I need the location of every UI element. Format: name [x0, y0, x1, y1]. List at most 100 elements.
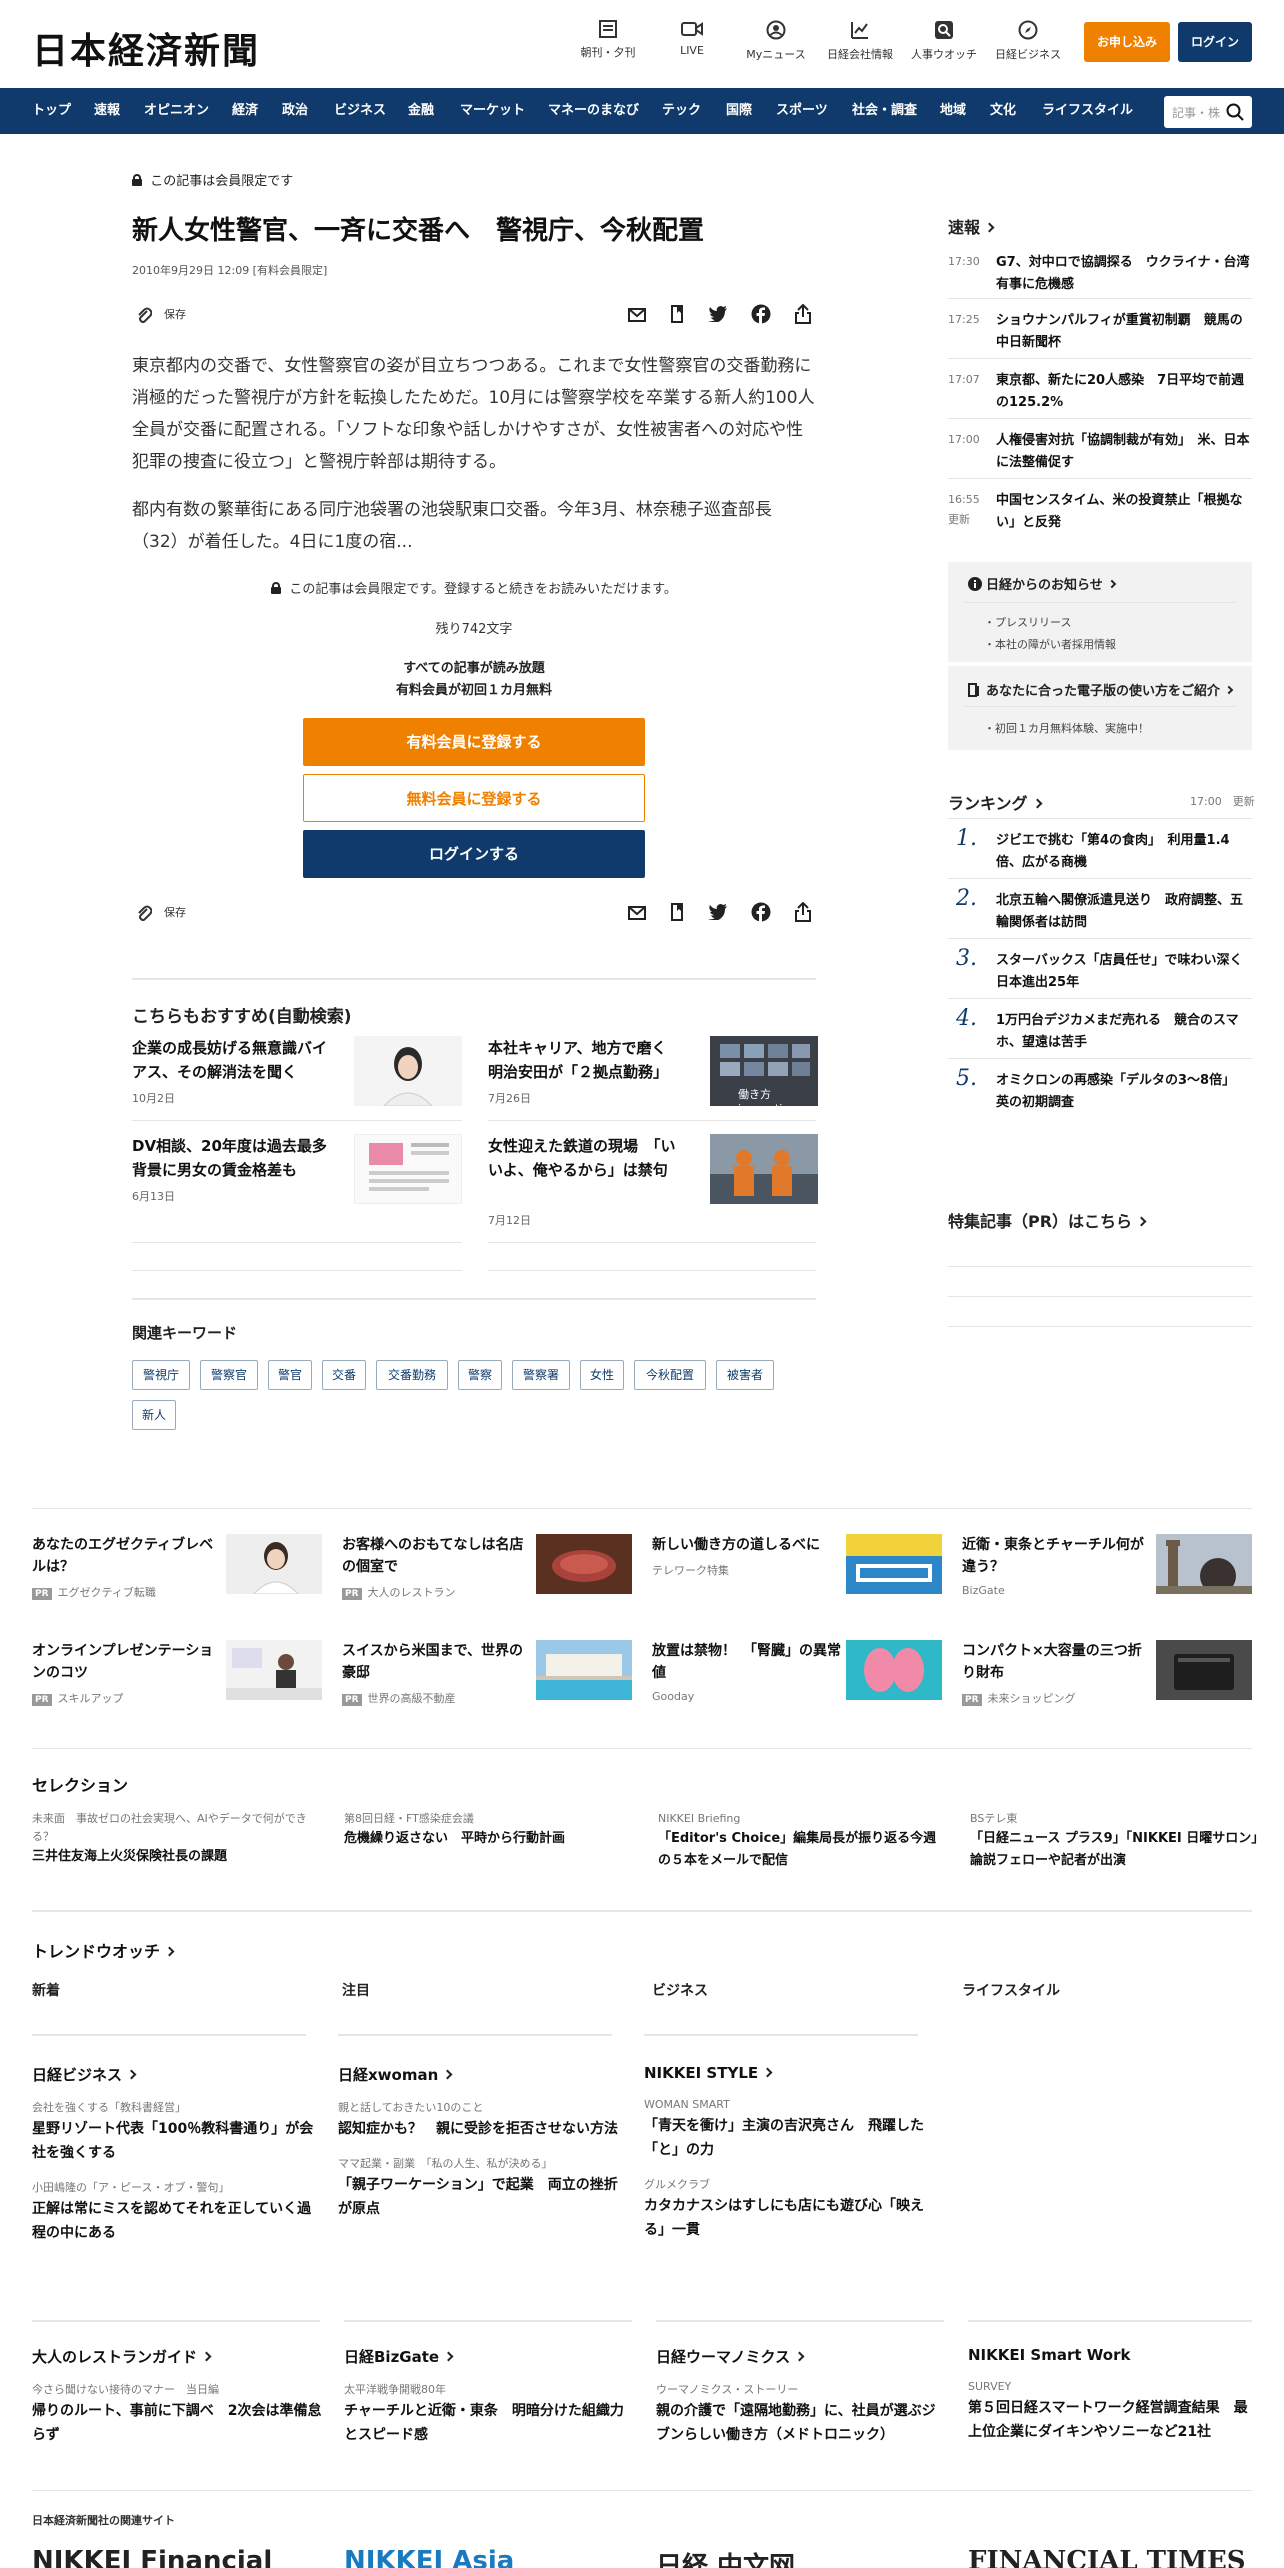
media-headline[interactable]: 帰りのルート、事前に下調べ 2次会は準備怠らず	[32, 2399, 322, 2447]
header-link-live[interactable]: LIVE	[652, 20, 732, 57]
media-head[interactable]: NIKKEI STYLE	[644, 2064, 934, 2082]
ebook-title[interactable]: あなたに合った電子版の使い方をご紹介	[968, 680, 1234, 699]
login-button[interactable]: ログイン	[1178, 22, 1252, 62]
nav-item-sokuho[interactable]: 速報	[94, 88, 120, 134]
save-button[interactable]: 保存	[136, 904, 186, 922]
logo-nikkei-financial[interactable]: NIKKEI Financial	[32, 2546, 272, 2568]
ranking-item[interactable]: 3. スターバックス「店員任せ」で味わい深く 日本進出25年	[948, 946, 1256, 1002]
ad-item[interactable]: 新しい働き方の道しるべに テレワーク特集	[652, 1534, 942, 1604]
selection-item[interactable]: 第8回日経・FT感染症会議 危機繰り返さない 平時から行動計画	[344, 1810, 634, 1850]
media-head[interactable]: 日経ビジネス	[32, 2064, 322, 2085]
ad-item[interactable]: お客様へのおもてなしは名店の個室で PR 大人のレストラン	[342, 1534, 632, 1604]
mail-icon[interactable]	[627, 905, 646, 924]
header-link-jinji[interactable]: 人事ウオッチ	[904, 20, 984, 62]
nav-item-top[interactable]: トップ	[32, 88, 71, 134]
media-headline[interactable]: チャーチルと近衛・東条 明暗分けた組織力とスピード感	[344, 2399, 634, 2447]
nav-item-sports[interactable]: スポーツ	[776, 88, 828, 134]
header-link-paper[interactable]: 朝刊・夕刊	[568, 20, 648, 60]
selection-item[interactable]: 未来面 事故ゼロの社会実現へ、AIやデータで何ができる？ 三井住友海上火災保険社…	[32, 1810, 322, 1868]
facebook-icon[interactable]	[751, 902, 771, 926]
keyword-tag[interactable]: 被害者	[716, 1360, 774, 1390]
ad-item[interactable]: オンラインプレゼンテーションのコツ PR スキルアップ	[32, 1640, 322, 1710]
selection-item[interactable]: NIKKEI Briefing 「Editor's Choice」編集局長が振り…	[658, 1810, 948, 1872]
mail-icon[interactable]	[627, 307, 646, 326]
keyword-tag[interactable]: 警察署	[512, 1360, 570, 1390]
keyword-tag[interactable]: 今秋配置	[634, 1360, 706, 1390]
logo-nikkei-asia[interactable]: NIKKEI Asia	[344, 2546, 514, 2568]
register-free-button[interactable]: 無料会員に登録する	[303, 774, 645, 822]
keyword-tag[interactable]: 警官	[268, 1360, 312, 1390]
keyword-tag[interactable]: 新人	[132, 1400, 176, 1430]
keyword-tag[interactable]: 警察官	[200, 1360, 258, 1390]
save-button[interactable]: 保存	[136, 306, 186, 324]
apply-button[interactable]: お申し込み	[1084, 22, 1170, 62]
sokuho-item[interactable]: 17:00 人権侵害対抗「協調制裁が有効」 米、日本に法整備促す	[948, 430, 1252, 480]
header-link-company[interactable]: 日経会社情報	[820, 20, 900, 62]
media-head[interactable]: 日経BizGate	[344, 2346, 634, 2367]
nav-item-society[interactable]: 社会・調査	[852, 88, 917, 134]
media-head[interactable]: 日経ウーマノミクス	[656, 2346, 946, 2367]
ranking-item[interactable]: 2. 北京五輪へ閣僚派遣見送り 政府調整、五輪関係者は訪問	[948, 886, 1252, 942]
header-link-mynews[interactable]: Myニュース	[736, 20, 816, 62]
nav-item-market[interactable]: マーケット	[460, 88, 525, 134]
ranking-item[interactable]: 5. オミクロンの再感染「デルタの3～8倍」 英の初期調査	[948, 1066, 1252, 1122]
share-icon[interactable]	[794, 303, 812, 328]
bookmark-icon[interactable]	[669, 305, 685, 327]
ad-item[interactable]: 放置は禁物！ 「腎臓」の異常値 Gooday	[652, 1640, 942, 1710]
keyword-tag[interactable]: 交番	[322, 1360, 366, 1390]
pr-title[interactable]: 特集記事（PR）はこちら	[948, 1208, 1147, 1232]
nav-item-opinion[interactable]: オピニオン	[144, 88, 209, 134]
ad-item[interactable]: あなたのエグゼクティブレベルは？ PR エグゼクティブ転職	[32, 1534, 322, 1604]
media-headline[interactable]: 正解は常にミスを認めてそれを正していく過程の中にある	[32, 2197, 322, 2245]
recommend-item[interactable]: 女性迎えた鉄道の現場 「いいよ、俺やるから」は禁句 7月12日	[488, 1134, 818, 1234]
ebook-item[interactable]: ・初回１カ月無料体験、実施中！	[984, 720, 1149, 736]
facebook-icon[interactable]	[751, 304, 771, 328]
media-headline[interactable]: 星野リゾート代表「100％教科書通り」が会社を強くする	[32, 2117, 322, 2165]
recommend-item[interactable]: 企業の成長妨げる無意識バイアス、その解消法を聞く 10月2日	[132, 1036, 462, 1136]
tab-lifestyle[interactable]: ライフスタイル	[962, 1980, 1060, 2000]
keyword-tag[interactable]: 女性	[580, 1360, 624, 1390]
ad-item[interactable]: コンパクト×大容量の三つ折り財布 PR 未来ショッピング	[962, 1640, 1252, 1710]
nav-item-money[interactable]: マネーのまなび	[548, 88, 639, 134]
logo-nikkei-chinese[interactable]: 日経 中文网	[656, 2546, 795, 2568]
nav-item-business[interactable]: ビジネス	[334, 88, 386, 134]
media-headline[interactable]: カタカナスシはすしにも店にも遊び心「映える」一貫	[644, 2194, 934, 2242]
nav-item-world[interactable]: 国際	[726, 88, 752, 134]
sokuho-title[interactable]: 速報	[948, 214, 995, 238]
recommend-item[interactable]: 本社キャリア、地方で磨く 明治安田が「２拠点勤務」 7月26日 働き方innov…	[488, 1036, 818, 1136]
ad-item[interactable]: 近衛・東条とチャーチル何が違う？ BizGate	[962, 1534, 1252, 1604]
media-head[interactable]: 大人のレストランガイド	[32, 2346, 322, 2367]
keyword-tag[interactable]: 交番勤務	[376, 1360, 448, 1390]
ranking-item[interactable]: 4. 1万円台デジカメまだ売れる 競合のスマホ、望遠は苦手	[948, 1006, 1252, 1062]
sokuho-item[interactable]: 17:07 東京都、新たに20人感染 7日平均で前週の125.2%	[948, 370, 1252, 420]
search-icon[interactable]	[1226, 103, 1244, 121]
sokuho-item[interactable]: 17:30 G7、対中ロで協調探る ウクライナ・台湾有事に危機感	[948, 252, 1252, 302]
media-headline[interactable]: 親の介護で「遠隔地勤務」に、社員が選ぶジブンらしい働き方（メドトロニック）	[656, 2399, 946, 2447]
nav-item-culture[interactable]: 文化	[990, 88, 1016, 134]
notice-item[interactable]: ・プレスリリース	[984, 614, 1071, 630]
sokuho-item[interactable]: 16:55 更新 中国センスタイム、米の投資禁止「根拠ない」と反発	[948, 490, 1252, 540]
nav-item-politics[interactable]: 政治	[282, 88, 308, 134]
notice-title[interactable]: 日経からのお知らせ	[968, 574, 1116, 593]
nikkei-logo[interactable]: 日本経済新聞	[32, 22, 260, 74]
media-head[interactable]: NIKKEI Smart Work	[968, 2346, 1252, 2364]
selection-item[interactable]: BSテレ東 「日経ニュース プラス9」「NIKKEI 日曜サロン」論説フェローや…	[970, 1810, 1260, 1872]
register-paid-button[interactable]: 有料会員に登録する	[303, 718, 645, 766]
nav-item-economy[interactable]: 経済	[232, 88, 258, 134]
recommend-item[interactable]: DV相談、20年度は過去最多 背景に男女の賃金格差も 6月13日	[132, 1134, 462, 1234]
media-headline[interactable]: 「青天を衝け」主演の吉沢亮さん 飛躍した「と」の力	[644, 2114, 934, 2162]
nav-item-finance[interactable]: 金融	[408, 88, 434, 134]
trend-title[interactable]: トレンドウオッチ	[32, 1938, 175, 1962]
tab-business[interactable]: ビジネス	[652, 1980, 708, 2000]
share-icon[interactable]	[794, 901, 812, 926]
tab-featured[interactable]: 注目	[342, 1980, 370, 2000]
nav-item-region[interactable]: 地域	[940, 88, 966, 134]
ranking-item[interactable]: 1. ジビエで挑む「第4の食肉」 利用量1.4倍、広がる商機	[948, 826, 1252, 882]
sokuho-item[interactable]: 17:25 ショウナンパルフィが重賞初制覇 競馬の中日新聞杯	[948, 310, 1252, 360]
bookmark-icon[interactable]	[669, 903, 685, 925]
twitter-icon[interactable]	[707, 306, 728, 326]
media-headline[interactable]: 第５回日経スマートワーク経営調査結果 最上位企業にダイキンやソニーなど21社	[968, 2396, 1252, 2444]
media-headline[interactable]: 「親子ワーケーション」で起業 両立の挫折が原点	[338, 2173, 628, 2221]
twitter-icon[interactable]	[707, 904, 728, 924]
keyword-tag[interactable]: 警視庁	[132, 1360, 190, 1390]
